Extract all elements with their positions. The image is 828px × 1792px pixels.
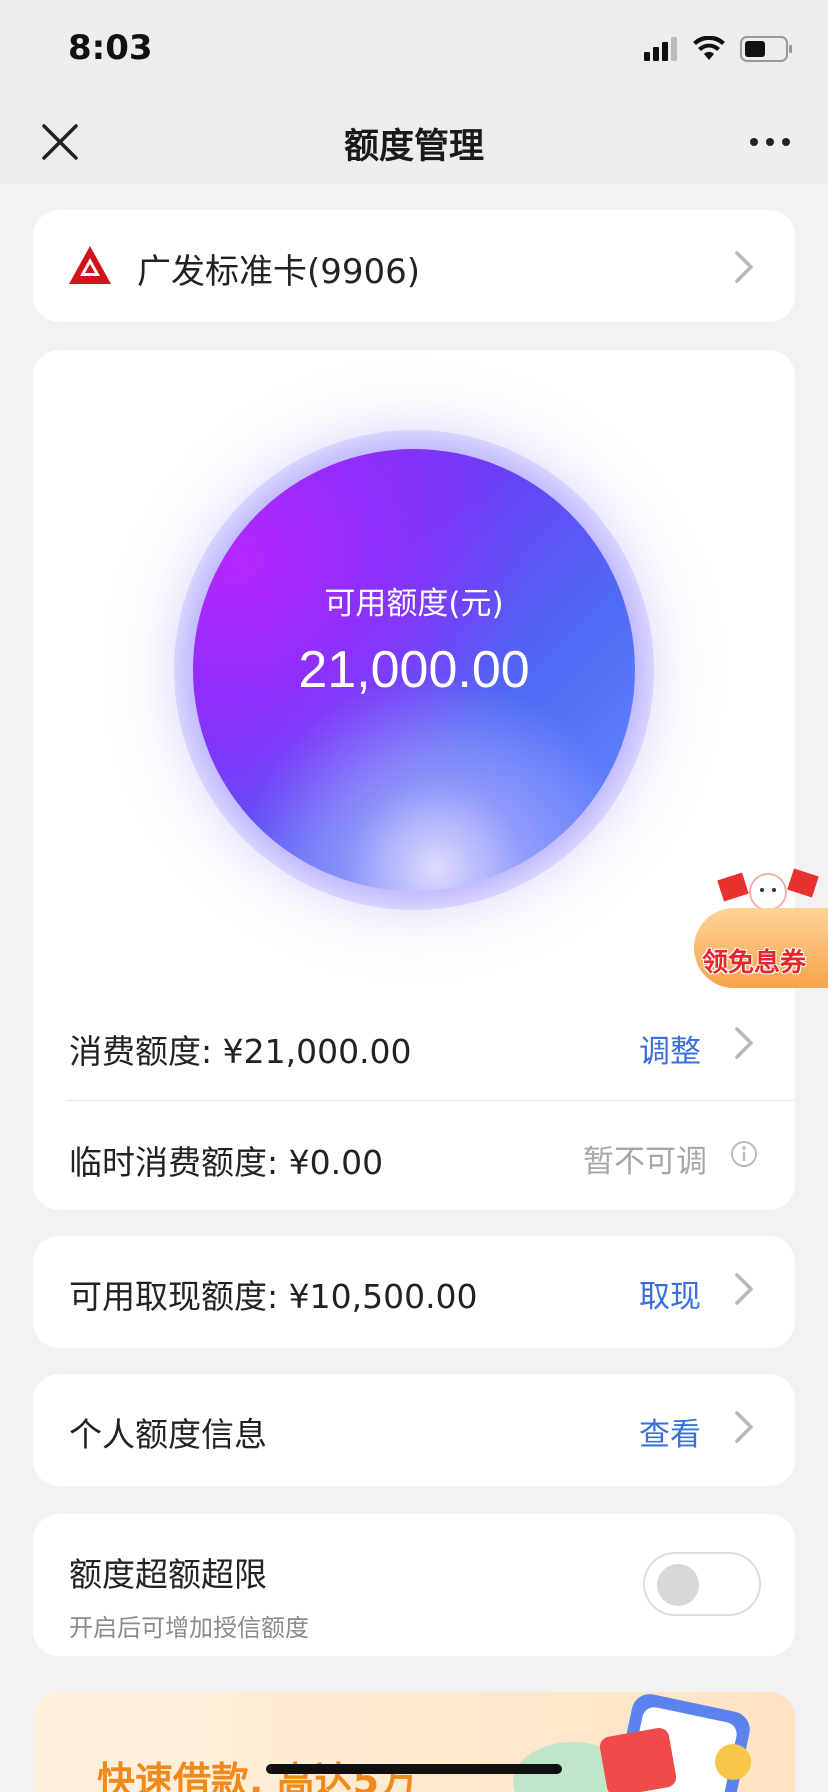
available-limit-label: 可用额度(元): [324, 586, 504, 622]
withdraw-button[interactable]: 取现: [639, 1271, 701, 1316]
temp-limit-label: 临时消费额度: ¥0.00: [69, 1143, 384, 1182]
overlimit-toggle[interactable]: [643, 1552, 761, 1616]
nav-bar: 额度管理: [0, 100, 828, 184]
page-title: 额度管理: [343, 127, 484, 167]
overlimit-title: 额度超额超限: [69, 1555, 267, 1594]
cash-limit-label: 可用取现额度: ¥10,500.00: [69, 1277, 478, 1316]
available-limit-orb: 可用额度(元) 21,000.00: [33, 350, 795, 990]
signal-icon: [644, 37, 677, 61]
wifi-icon: [693, 36, 725, 60]
view-button[interactable]: 查看: [639, 1409, 701, 1454]
consume-limit-label: 消费额度: ¥21,000.00: [69, 1032, 412, 1071]
chevron-right-icon[interactable]: [733, 1272, 755, 1306]
promo-badge-text: 领免息券: [702, 948, 807, 978]
status-time: 8:03: [68, 28, 153, 68]
chevron-right-icon: [735, 251, 753, 283]
battery-icon: [740, 36, 792, 62]
more-icon[interactable]: [742, 118, 798, 166]
toggle-knob: [657, 1564, 699, 1606]
phone-illustration-icon: [513, 1694, 751, 1792]
status-icons: [644, 34, 794, 64]
info-icon[interactable]: [730, 1140, 758, 1168]
loan-banner[interactable]: 快速借款, 高达5万: [33, 1692, 795, 1792]
bank-logo-icon: [69, 246, 111, 284]
personal-limit-info-card[interactable]: 个人额度信息 查看: [33, 1374, 795, 1486]
chevron-right-icon[interactable]: [733, 1410, 755, 1444]
account-name: 广发标准卡(9906): [137, 252, 421, 292]
adjust-button[interactable]: 调整: [639, 1026, 701, 1071]
status-bar: 8:03: [0, 0, 828, 100]
cash-limit-card[interactable]: 可用取现额度: ¥10,500.00 取现: [33, 1236, 795, 1348]
divider: [66, 1100, 795, 1101]
overlimit-card: 额度超额超限 开启后可增加授信额度: [33, 1514, 795, 1656]
personal-limit-info-label: 个人额度信息: [69, 1415, 267, 1454]
home-indicator: [266, 1764, 562, 1774]
chevron-right-icon[interactable]: [733, 1026, 755, 1060]
account-card[interactable]: 广发标准卡(9906): [33, 210, 795, 322]
overlimit-subtitle: 开启后可增加授信额度: [69, 1614, 309, 1642]
temp-limit-status: 暂不可调: [583, 1144, 707, 1180]
limit-card: 可用额度(元) 21,000.00 消费额度: ¥21,000.00 调整 临时…: [33, 350, 795, 1210]
promo-coupon-badge[interactable]: 领免息券: [692, 862, 828, 990]
available-limit-amount: 21,000.00: [298, 641, 530, 699]
